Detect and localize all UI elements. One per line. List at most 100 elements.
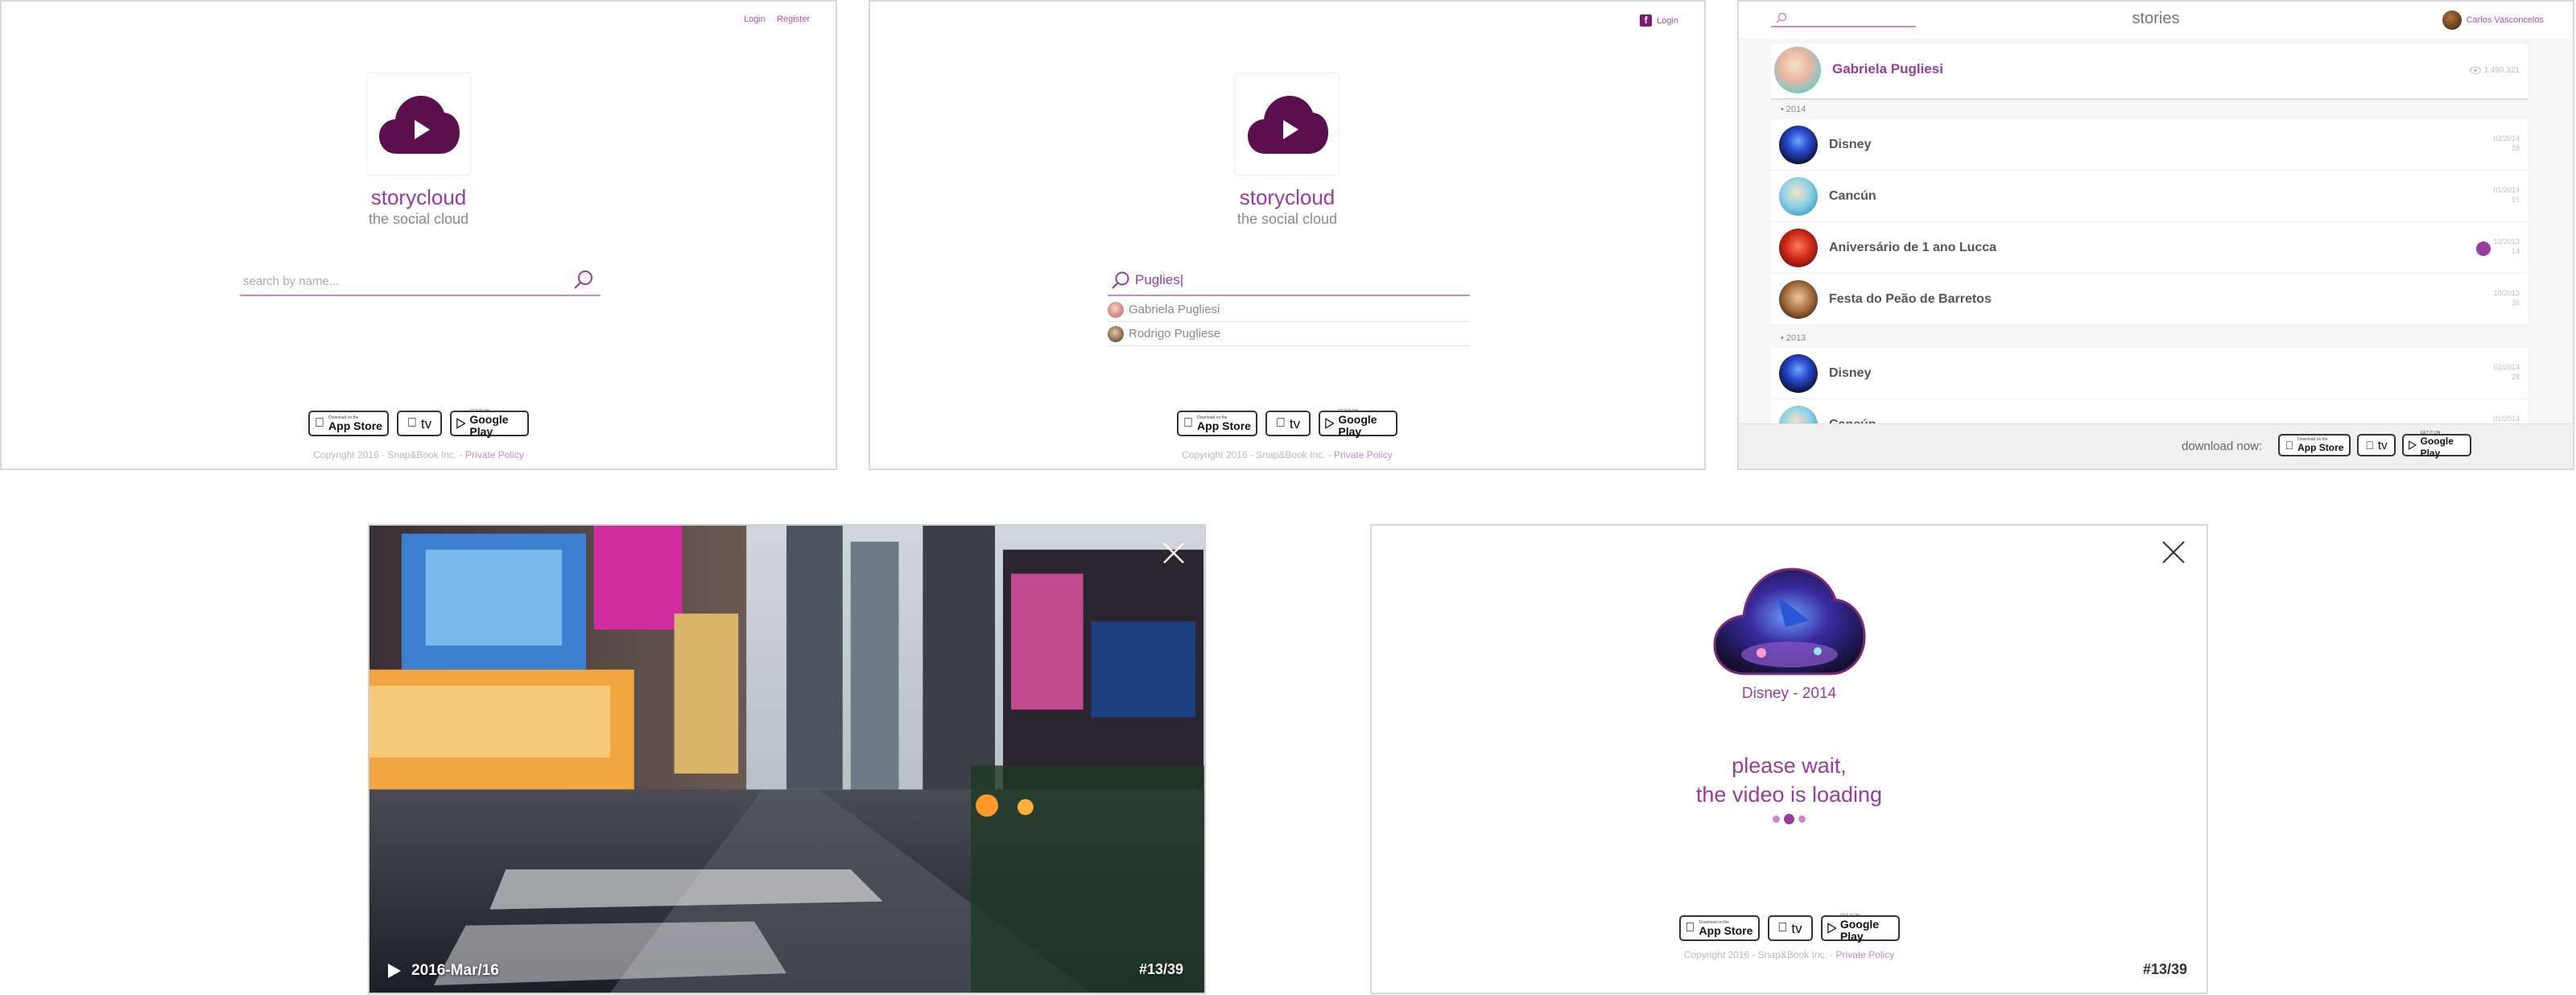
view-count: 1.490.321 xyxy=(2469,66,2520,75)
app-store-badge[interactable]:  Download on theApp Store xyxy=(1177,411,1257,436)
story-date-value: 02/2014 xyxy=(2493,134,2520,142)
story-date-value: 01/2014 xyxy=(2493,415,2520,423)
video-counter: #13/39 xyxy=(1138,961,1183,977)
download-bar: download now:  Download on theApp Store… xyxy=(1739,423,2573,469)
login-link[interactable]: Login xyxy=(1657,16,1678,26)
privacy-policy-link[interactable]: Private Policy xyxy=(465,449,524,460)
google-play-badge[interactable]: GET IT ON Google Play xyxy=(2402,431,2471,459)
stories-header: stories Carlos Vasconcelos xyxy=(1739,2,2573,39)
suggestion-label: Gabriela Pugliesi xyxy=(1129,303,1220,316)
brand-tagline: the social cloud xyxy=(1236,211,1338,227)
apple-tv-badge[interactable]:  tv xyxy=(1767,915,1813,941)
story-date-value: 02/2014 xyxy=(2493,363,2520,371)
badge-text: Google Play xyxy=(1338,413,1377,438)
apple-tv-badge[interactable]:  tv xyxy=(1265,411,1311,436)
story-date: 01/2014 15 xyxy=(2493,185,2520,204)
apple-tv-badge[interactable]:  tv xyxy=(397,411,442,436)
loading-line-1: please wait, xyxy=(1732,753,1847,778)
privacy-policy-link[interactable]: Private Policy xyxy=(1334,449,1393,460)
apple-icon:  xyxy=(2365,439,2374,452)
profile-avatar xyxy=(1774,47,1821,93)
google-play-badge[interactable]: GET IT ON Google Play xyxy=(450,409,529,438)
copyright: Copyright 2016 - Snap&Book Inc. - Privat… xyxy=(2,449,836,460)
app-store-badge[interactable]:  Download on theApp Store xyxy=(2278,434,2351,456)
avatar xyxy=(1108,325,1124,342)
story-title: Aniversário de 1 ano Lucca xyxy=(1829,241,1997,254)
story-item[interactable]: Aniversário de 1 ano Lucca 12/2013 14 xyxy=(1771,222,2528,274)
story-count: 15 xyxy=(2511,196,2520,204)
video-frame[interactable] xyxy=(369,526,1204,993)
copyright-text: Copyright 2016 - Snap&Book Inc. - xyxy=(1683,949,1836,960)
top-nav: f Login xyxy=(1640,14,1678,27)
store-badges:  Download on theApp Store  tv GET IT O… xyxy=(2278,431,2471,459)
facebook-icon: f xyxy=(1640,14,1653,27)
google-play-badge[interactable]: GET IT ON Google Play xyxy=(1820,914,1900,943)
suggestion-label: Rodrigo Pugliese xyxy=(1129,327,1221,341)
screen-stories: stories Carlos Vasconcelos Gabriela Pugl… xyxy=(1737,0,2574,470)
copyright: Copyright 2016 - Snap&Book Inc. - Privat… xyxy=(1372,949,2207,960)
story-title: Disney xyxy=(1829,138,1872,151)
story-thumb xyxy=(1779,354,1818,393)
apple-icon:  xyxy=(315,416,324,431)
story-item[interactable]: Disney 02/2014 28 xyxy=(1771,119,2528,171)
play-icon[interactable] xyxy=(387,963,402,979)
year-label: • 2014 xyxy=(1781,105,1806,114)
screen-home: Login Register storycloud the social clo… xyxy=(0,0,837,470)
copyright: Copyright 2016 - Snap&Book Inc. - Privat… xyxy=(870,449,1704,460)
login-link[interactable]: Login xyxy=(744,14,766,24)
story-title: Disney xyxy=(1829,366,1872,380)
screen-video-player: 2016-Mar/16 #13/39 xyxy=(368,524,1206,994)
badge-text: App Store xyxy=(324,419,382,432)
play-store-icon xyxy=(2409,440,2417,450)
search-input[interactable] xyxy=(243,270,557,291)
badge-text: App Store xyxy=(1192,419,1251,432)
apple-icon:  xyxy=(1777,921,1787,935)
story-title: Disney - 2014 xyxy=(1741,685,1837,702)
close-icon[interactable] xyxy=(1162,542,1185,564)
brand-tagline: the social cloud xyxy=(368,211,469,227)
close-icon[interactable] xyxy=(2161,540,2186,564)
loading-dot xyxy=(1784,814,1794,824)
apple-tv-badge[interactable]:  tv xyxy=(2357,434,2396,456)
suggestion-item[interactable]: Rodrigo Pugliese xyxy=(1108,322,1470,346)
store-badges:  Download on theApp Store  tv GET IT O… xyxy=(2,409,836,438)
story-item[interactable]: Disney 02/2014 28 xyxy=(1771,348,2528,399)
badge-text: Google Play xyxy=(2420,436,2454,459)
story-date: 10/2013 36 xyxy=(2493,288,2520,308)
search-input[interactable]: Puglies| xyxy=(1135,272,1183,288)
loading-dot xyxy=(1773,815,1780,823)
loading-message: please wait, the video is loading xyxy=(1372,751,2207,809)
story-title: Festa do Peão de Barretos xyxy=(1829,292,1992,306)
badge-text: tv xyxy=(415,415,431,431)
register-link[interactable]: Register xyxy=(777,14,810,24)
story-item[interactable]: Cancún 01/2014 15 xyxy=(1771,171,2528,222)
search-icon[interactable] xyxy=(573,269,594,290)
suggestion-item[interactable]: Gabriela Pugliesi xyxy=(1108,298,1470,322)
profile-name[interactable]: Gabriela Pugliesi xyxy=(1832,61,1943,77)
user-menu[interactable]: Carlos Vasconcelos xyxy=(2442,10,2544,30)
story-thumb xyxy=(1779,126,1818,164)
story-item[interactable]: Festa do Peão de Barretos 10/2013 36 xyxy=(1771,274,2528,325)
search-box[interactable]: Puglies| xyxy=(1108,264,1470,296)
copyright-text: Copyright 2016 - Snap&Book Inc. - xyxy=(313,449,466,460)
facebook-login[interactable]: f Login xyxy=(1640,14,1678,27)
google-play-badge[interactable]: GET IT ON Google Play xyxy=(1319,409,1397,438)
app-store-badge[interactable]:  Download on theApp Store xyxy=(308,411,389,436)
video-counter: #13/39 xyxy=(2142,961,2187,977)
search-icon xyxy=(1112,271,1129,289)
screen-video-loading: Disney - 2014 please wait, the video is … xyxy=(1370,524,2208,994)
store-badges:  Download on theApp Store  tv GET IT O… xyxy=(1372,914,2207,943)
app-store-badge[interactable]:  Download on theApp Store xyxy=(1678,915,1760,941)
avatar xyxy=(2442,10,2462,30)
brand-name: storycloud xyxy=(1239,185,1335,209)
year-label: • 2013 xyxy=(1781,333,1806,343)
story-date: 12/2013 14 xyxy=(2493,237,2520,256)
story-thumb xyxy=(1779,229,1818,267)
apple-icon:  xyxy=(1686,921,1695,935)
privacy-policy-link[interactable]: Private Policy xyxy=(1836,949,1895,960)
story-count: 14 xyxy=(2511,247,2520,255)
search-box xyxy=(240,264,601,296)
story-count: 36 xyxy=(2511,299,2520,307)
eye-icon xyxy=(2469,67,2481,74)
badge-text: tv xyxy=(1284,415,1300,431)
